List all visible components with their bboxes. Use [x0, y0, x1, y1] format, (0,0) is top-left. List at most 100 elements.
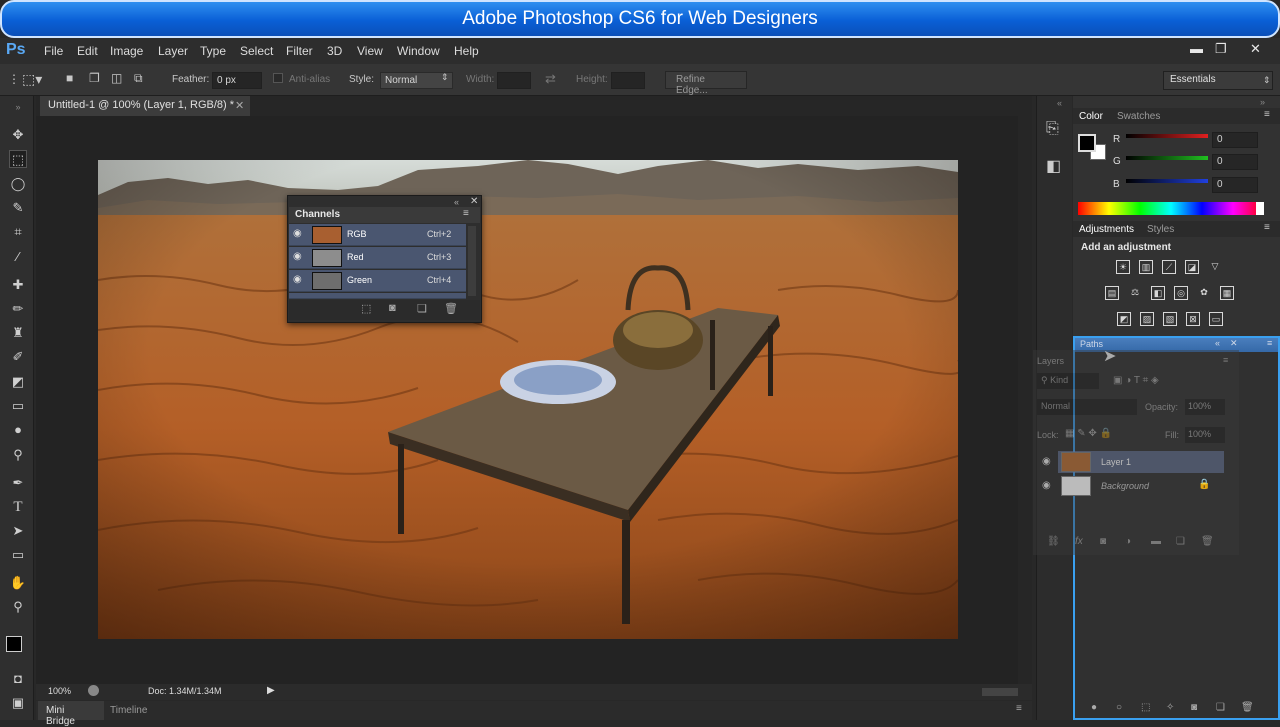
- collapse-dock-icon[interactable]: «: [1057, 98, 1062, 108]
- load-selection-icon[interactable]: ⬚: [361, 302, 371, 315]
- invert-icon[interactable]: ◩: [1117, 312, 1131, 326]
- color-lookup-icon[interactable]: ▦: [1220, 286, 1234, 300]
- brightness-contrast-icon[interactable]: ☀: [1116, 260, 1130, 274]
- brush-tool-icon[interactable]: ✏: [9, 300, 27, 318]
- menu-view[interactable]: View: [357, 44, 383, 58]
- gradient-map-icon[interactable]: ▭: [1209, 312, 1223, 326]
- collapse-panel-icon[interactable]: «: [454, 197, 459, 207]
- history-brush-tool-icon[interactable]: ✐: [9, 348, 27, 366]
- tab-mini-bridge[interactable]: Mini Bridge: [38, 701, 104, 727]
- curves-icon[interactable]: ⟋: [1162, 260, 1176, 274]
- eye-icon[interactable]: ◉: [1042, 456, 1051, 467]
- new-adjustment-layer-icon[interactable]: ◑: [1125, 536, 1131, 547]
- fill-input[interactable]: 100%: [1185, 427, 1225, 443]
- color-panel-menu-icon[interactable]: ≡: [1264, 109, 1270, 120]
- menu-filter[interactable]: Filter: [286, 44, 313, 58]
- photo-filter-icon[interactable]: ◎: [1174, 286, 1188, 300]
- eye-icon[interactable]: ◉: [293, 274, 302, 285]
- height-input[interactable]: [611, 72, 645, 89]
- paths-collapse-icon[interactable]: «: [1215, 338, 1220, 348]
- channels-scrollbar[interactable]: [468, 226, 476, 296]
- collapse-arrows-icon[interactable]: »: [9, 98, 27, 116]
- add-layer-mask-icon[interactable]: ◙: [1100, 536, 1106, 547]
- type-tool-icon[interactable]: T: [9, 498, 27, 516]
- delete-layer-icon[interactable]: 🗑: [1201, 536, 1214, 547]
- properties-panel-icon[interactable]: ◧: [1046, 156, 1061, 176]
- filter-kind-select[interactable]: ⚲ Kind: [1037, 373, 1099, 389]
- channel-row-green[interactable]: ◉ Green Ctrl+4: [289, 270, 466, 292]
- vibrance-icon[interactable]: ▽: [1208, 260, 1222, 274]
- tab-timeline[interactable]: Timeline: [110, 705, 147, 716]
- slider-blue[interactable]: [1126, 179, 1208, 183]
- new-channel-icon[interactable]: ❏: [417, 302, 427, 315]
- foreground-color-swatch[interactable]: [6, 636, 22, 652]
- trash-icon[interactable]: 🗑: [444, 302, 458, 315]
- collapse-panels-icon[interactable]: »: [1260, 97, 1265, 107]
- subtract-selection-icon[interactable]: ◫: [111, 71, 122, 85]
- zoom-level[interactable]: 100%: [48, 686, 71, 696]
- posterize-icon[interactable]: ▨: [1140, 312, 1154, 326]
- marquee-preset-icon[interactable]: ⬚▾: [22, 71, 42, 88]
- eye-icon[interactable]: ◉: [293, 228, 302, 239]
- exposure-icon[interactable]: ◪: [1185, 260, 1199, 274]
- layers-menu-icon[interactable]: ≡: [1223, 355, 1228, 365]
- spectrum-white-chip[interactable]: [1256, 202, 1264, 215]
- move-tool-icon[interactable]: ✥: [9, 126, 27, 144]
- lasso-tool-icon[interactable]: ◯: [9, 175, 27, 193]
- link-layers-icon[interactable]: ⛓: [1047, 536, 1060, 547]
- width-input[interactable]: [497, 72, 531, 89]
- channels-tab[interactable]: Channels: [295, 209, 340, 220]
- new-path-icon[interactable]: ❏: [1216, 702, 1225, 713]
- eye-icon[interactable]: ◉: [1042, 480, 1051, 491]
- fill-path-icon[interactable]: ●: [1091, 702, 1097, 713]
- eraser-tool-icon[interactable]: ◩: [9, 373, 27, 391]
- history-panel-icon[interactable]: ⎘: [1046, 120, 1059, 138]
- antialias-checkbox[interactable]: [273, 73, 283, 83]
- menu-file[interactable]: File: [44, 44, 63, 58]
- rectangle-tool-icon[interactable]: ▭: [9, 546, 27, 564]
- status-menu-arrow-icon[interactable]: ▶: [267, 685, 275, 696]
- healing-brush-tool-icon[interactable]: ✚: [9, 276, 27, 294]
- eyedropper-tool-icon[interactable]: ⁄: [9, 248, 27, 266]
- workspace-select[interactable]: Essentials: [1163, 71, 1273, 90]
- menu-help[interactable]: Help: [454, 44, 479, 58]
- paths-menu-icon[interactable]: ≡: [1267, 338, 1272, 348]
- path-to-selection-icon[interactable]: ⬚: [1141, 702, 1150, 713]
- menu-edit[interactable]: Edit: [77, 44, 98, 58]
- add-mask-icon[interactable]: ◙: [1191, 702, 1197, 713]
- layer-row-background[interactable]: ◉ Background 🔒: [1042, 475, 1224, 497]
- color-spectrum[interactable]: [1078, 202, 1264, 215]
- quick-mask-icon[interactable]: ◘: [9, 670, 27, 688]
- adjustments-menu-icon[interactable]: ≡: [1264, 222, 1270, 233]
- tab-styles[interactable]: Styles: [1147, 224, 1174, 235]
- blend-mode-select[interactable]: Normal: [1037, 399, 1137, 415]
- lock-icons[interactable]: ▦ ✎ ✥ 🔒: [1065, 428, 1112, 439]
- bottom-panel-menu-icon[interactable]: ≡: [1016, 703, 1022, 714]
- pen-tool-icon[interactable]: ✒: [9, 474, 27, 492]
- menu-layer[interactable]: Layer: [158, 44, 188, 58]
- save-selection-icon[interactable]: ◙: [389, 302, 396, 314]
- input-blue[interactable]: 0: [1212, 177, 1258, 193]
- new-selection-icon[interactable]: ■: [66, 71, 73, 85]
- filter-image-icon[interactable]: ▣ ◑ T ⌗ ◈: [1113, 375, 1159, 386]
- selective-color-icon[interactable]: ⊠: [1186, 312, 1200, 326]
- tab-swatches[interactable]: Swatches: [1117, 111, 1160, 122]
- refine-edge-button[interactable]: Refine Edge...: [665, 71, 747, 96]
- menu-image[interactable]: Image: [110, 44, 143, 58]
- paths-close-icon[interactable]: ✕: [1230, 338, 1238, 349]
- opacity-input[interactable]: 100%: [1185, 399, 1225, 415]
- zoom-tool-icon[interactable]: ⚲: [9, 598, 27, 616]
- delete-path-icon[interactable]: 🗑: [1241, 702, 1254, 713]
- canvas-image[interactable]: [98, 160, 958, 639]
- color-balance-icon[interactable]: ⚖: [1128, 286, 1142, 300]
- input-green[interactable]: 0: [1212, 154, 1258, 170]
- quick-selection-tool-icon[interactable]: ✎: [9, 199, 27, 217]
- channel-row-rgb[interactable]: ◉ RGB Ctrl+2: [289, 224, 466, 246]
- menu-window[interactable]: Window: [397, 44, 440, 58]
- close-icon[interactable]: ✕: [1250, 41, 1261, 57]
- eye-icon[interactable]: ◉: [293, 251, 302, 262]
- hue-saturation-icon[interactable]: ▤: [1105, 286, 1119, 300]
- minimize-icon[interactable]: ▬: [1190, 41, 1203, 56]
- clone-stamp-tool-icon[interactable]: ♜: [9, 324, 27, 342]
- document-tab[interactable]: Untitled-1 @ 100% (Layer 1, RGB/8) * ✕: [40, 96, 250, 116]
